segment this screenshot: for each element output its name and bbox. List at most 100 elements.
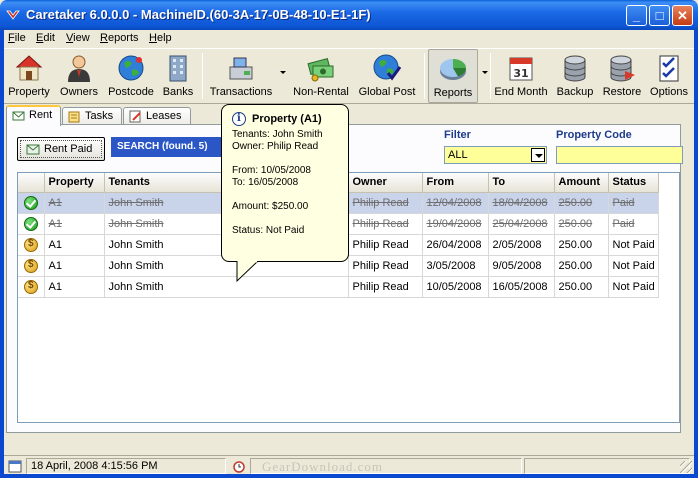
cell-to: 9/05/2008 — [488, 255, 555, 277]
tooltip-to: To: 16/05/2008 — [232, 177, 299, 188]
menu-reports[interactable]: Reports — [100, 32, 139, 44]
person-icon — [68, 55, 90, 82]
reports-dropdown-arrow[interactable] — [482, 71, 488, 74]
toolbar-options-button[interactable]: Options — [646, 49, 692, 103]
cell-amount: 250.00 — [554, 255, 609, 277]
column-header-owner[interactable]: Owner — [348, 173, 423, 193]
tab-leases[interactable]: Leases — [123, 107, 191, 125]
coin-icon — [24, 237, 38, 252]
cell-property: A1 — [44, 255, 105, 277]
toolbar-backup-button[interactable]: Backup — [552, 49, 598, 103]
menu-bar: File Edit View Reports Help — [4, 30, 694, 48]
cell-from: 26/04/2008 — [422, 234, 489, 256]
cell-to: 16/05/2008 — [488, 276, 555, 298]
filter-value: ALL — [448, 149, 468, 161]
globe-icon — [118, 55, 144, 81]
tooltip-title: Property (A1) — [252, 113, 322, 125]
toolbar-owners-button[interactable]: Owners — [56, 49, 102, 103]
column-header-from[interactable]: From — [422, 173, 489, 193]
cash-register-icon — [229, 57, 253, 80]
transactions-dropdown-arrow[interactable] — [280, 71, 286, 74]
watermark-text: GearDownload.com — [262, 459, 384, 474]
minimize-button[interactable]: _ — [626, 5, 647, 26]
cell-to: 25/04/2008 — [488, 213, 555, 235]
column-header-amount[interactable]: Amount — [554, 173, 609, 193]
cell-from: 12/04/2008 — [422, 192, 489, 214]
svg-text:31: 31 — [513, 67, 528, 80]
window-frame-right — [694, 30, 698, 478]
filter-label: Filter — [444, 129, 471, 141]
close-button[interactable]: ✕ — [672, 5, 693, 26]
cell-property: A1 — [44, 276, 105, 298]
column-header-status[interactable]: Status — [608, 173, 659, 193]
menu-view[interactable]: View — [66, 32, 90, 44]
cell-status: Not Paid — [608, 276, 659, 298]
cell-property: A1 — [44, 213, 105, 235]
toolbar-separator — [202, 53, 203, 99]
cell-status: Paid — [608, 192, 659, 214]
table-row[interactable]: A1 John Smith Philip Read 10/05/2008 16/… — [18, 276, 659, 298]
cell-amount: 250.00 — [554, 276, 609, 298]
info-icon — [232, 112, 246, 126]
toolbar-banks-button[interactable]: Banks — [158, 49, 198, 103]
filter-select[interactable]: ALL — [444, 146, 547, 164]
cell-owner: Philip Read — [348, 255, 423, 277]
cell-amount: 250.00 — [554, 192, 609, 214]
menu-file[interactable]: File — [8, 32, 26, 44]
building-icon — [169, 55, 187, 82]
tooltip-amount: Amount: $250.00 — [232, 201, 309, 212]
column-header-property[interactable]: Property — [44, 173, 105, 193]
main-toolbar: Property Owners Postcode Banks Transacti — [4, 48, 694, 104]
cell-status: Not Paid — [608, 234, 659, 256]
rent-envelope-icon — [12, 111, 25, 121]
tooltip-tenants: Tenants: John Smith — [232, 129, 323, 140]
coin-icon — [24, 258, 38, 273]
house-icon — [15, 55, 43, 81]
search-results-button[interactable]: SEARCH (found. 5) — [111, 137, 223, 157]
resize-grip[interactable] — [680, 461, 692, 473]
globe-check-icon — [373, 54, 402, 81]
alarm-clock-icon[interactable] — [232, 459, 246, 473]
property-tooltip: Property (A1) Tenants: John Smith Owner:… — [221, 104, 349, 262]
maximize-button[interactable]: □ — [649, 5, 670, 26]
rent-paid-button[interactable]: Rent Paid — [17, 137, 105, 161]
checklist-icon — [659, 55, 679, 82]
toolbar-property-button[interactable]: Property — [6, 49, 52, 103]
menu-help[interactable]: Help — [149, 32, 172, 44]
database-restore-icon — [610, 55, 635, 82]
tooltip-tail — [236, 261, 259, 283]
tooltip-owner: Owner: Philip Read — [232, 141, 319, 152]
toolbar-non-rental-button[interactable]: Non-Rental — [290, 49, 352, 103]
window-frame-bottom — [0, 474, 698, 478]
cell-to: 2/05/2008 — [488, 234, 555, 256]
cell-property: A1 — [44, 234, 105, 256]
cell-from: 10/05/2008 — [422, 276, 489, 298]
tooltip-from: From: 10/05/2008 — [232, 165, 311, 176]
tab-tasks[interactable]: Tasks — [62, 107, 122, 125]
cell-status: Not Paid — [608, 255, 659, 277]
toolbar-restore-button[interactable]: Restore — [598, 49, 646, 103]
tab-rent[interactable]: Rent — [6, 105, 61, 126]
column-header-to[interactable]: To — [488, 173, 555, 193]
cell-tenants: John Smith — [104, 276, 349, 298]
window-title: Caretaker 6.0.0.0 - MachineID.(60-3A-17-… — [26, 7, 371, 22]
tasks-icon — [68, 111, 80, 123]
calendar-clock-icon — [8, 460, 22, 473]
cell-owner: Philip Read — [348, 276, 423, 298]
calendar-icon: 31 — [509, 57, 533, 81]
cell-from: 19/04/2008 — [422, 213, 489, 235]
menu-edit[interactable]: Edit — [36, 32, 55, 44]
property-code-label: Property Code — [556, 129, 632, 141]
title-bar[interactable]: Caretaker 6.0.0.0 - MachineID.(60-3A-17-… — [0, 0, 698, 30]
property-code-input[interactable] — [556, 146, 683, 164]
toolbar-transactions-button[interactable]: Transactions — [206, 49, 276, 103]
toolbar-postcode-button[interactable]: Postcode — [106, 49, 156, 103]
toolbar-reports-button[interactable]: Reports — [428, 49, 478, 103]
chevron-down-icon[interactable] — [531, 148, 545, 162]
coin-icon — [24, 279, 38, 294]
cell-owner: Philip Read — [348, 192, 423, 214]
paid-check-icon — [24, 216, 38, 231]
toolbar-global-post-button[interactable]: Global Post — [354, 49, 420, 103]
toolbar-end-month-button[interactable]: 31 End Month — [492, 49, 550, 103]
paid-check-icon — [24, 195, 38, 210]
